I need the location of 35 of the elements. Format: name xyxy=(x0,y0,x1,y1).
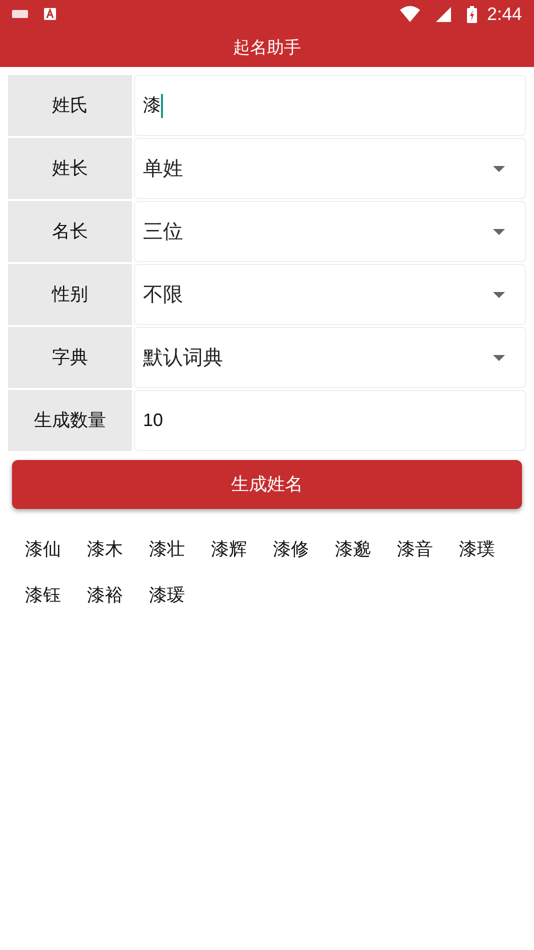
generated-name: 漆钰 xyxy=(25,584,61,607)
dropdown[interactable]: 不限 xyxy=(134,264,526,325)
generated-name: 漆瑗 xyxy=(149,584,185,607)
field-label: 姓长 xyxy=(8,138,132,199)
field-label: 姓氏 xyxy=(8,75,132,136)
field-label: 字典 xyxy=(8,327,132,388)
field-label: 性别 xyxy=(8,264,132,325)
battery-icon xyxy=(466,6,477,22)
dropdown[interactable]: 三位 xyxy=(134,201,526,262)
keyboard-icon xyxy=(12,9,28,19)
generated-name: 漆邈 xyxy=(335,538,371,561)
generate-button[interactable]: 生成姓名 xyxy=(12,460,522,509)
dropdown-arrow-icon xyxy=(493,166,505,172)
wifi-icon xyxy=(400,6,420,22)
generated-name: 漆音 xyxy=(397,538,433,561)
signal-icon xyxy=(436,6,451,22)
generated-name: 漆裕 xyxy=(87,584,123,607)
app-title: 起名助手 xyxy=(233,36,301,59)
field-label: 名长 xyxy=(8,201,132,262)
clock: 2:44 xyxy=(486,2,522,26)
dropdown-arrow-icon xyxy=(493,228,505,234)
generated-name: 漆仙 xyxy=(25,538,61,561)
field-label: 生成数量 xyxy=(8,390,132,451)
input-field[interactable]: 10 xyxy=(134,390,526,451)
dropdown[interactable]: 默认词典 xyxy=(134,327,526,388)
text-icon xyxy=(44,8,56,20)
dropdown-arrow-icon xyxy=(493,354,505,360)
dropdown[interactable]: 单姓 xyxy=(134,138,526,199)
generated-name: 漆修 xyxy=(273,538,309,561)
dropdown-arrow-icon xyxy=(493,292,505,298)
input-field[interactable]: 漆 xyxy=(134,75,526,136)
generated-name: 漆壮 xyxy=(149,538,185,561)
generated-name: 漆木 xyxy=(87,538,123,561)
generated-name: 漆璞 xyxy=(459,538,495,561)
generated-name: 漆辉 xyxy=(211,538,247,561)
